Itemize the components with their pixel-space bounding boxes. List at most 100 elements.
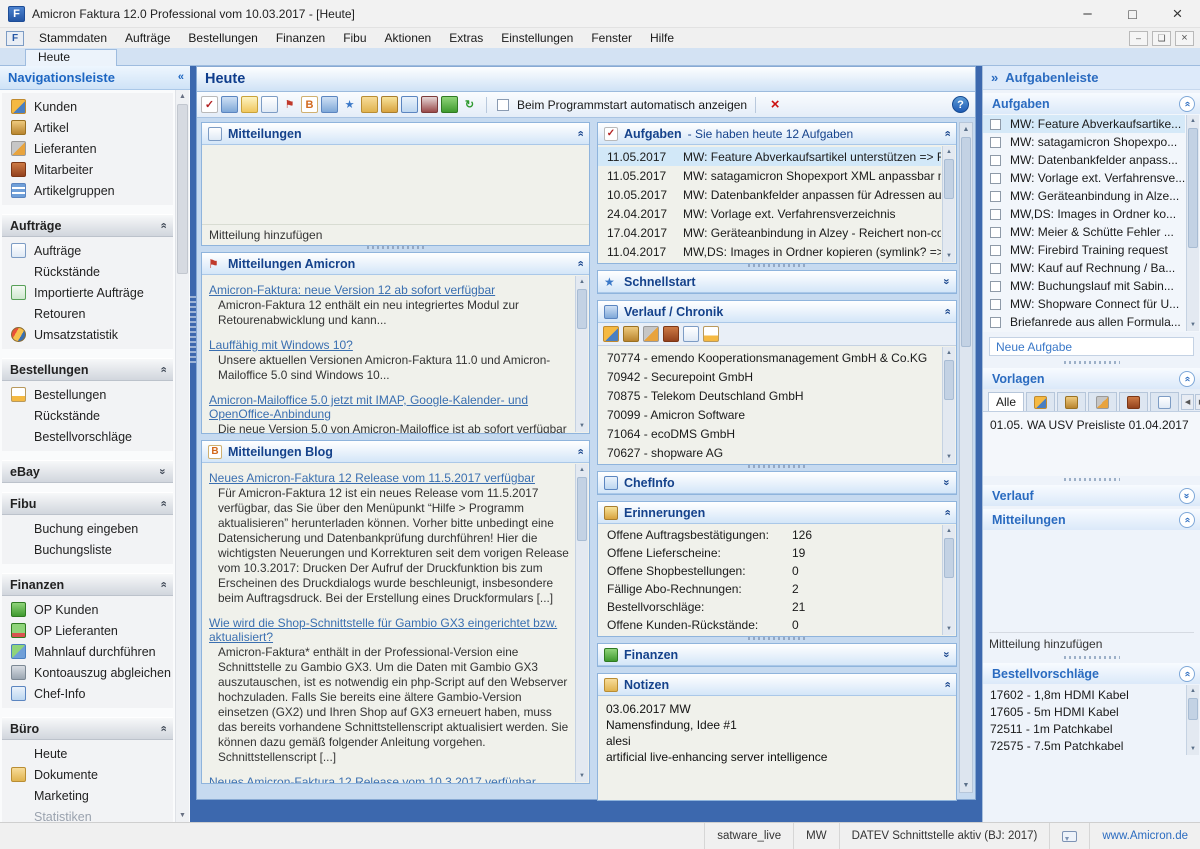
menu-aktionen[interactable]: Aktionen (376, 28, 441, 48)
chronik-row[interactable]: 71064 - ecoDMS GmbH (598, 424, 941, 443)
tabs-scroll-right-arrow[interactable] (1195, 394, 1200, 410)
refresh-icon[interactable] (461, 96, 478, 113)
panel-resize-grip[interactable] (598, 637, 956, 642)
scrollbar-thumb[interactable] (577, 289, 587, 329)
panel-finanzen-header[interactable]: Finanzen (598, 644, 956, 666)
sidebar-item-kontoauszug[interactable]: Kontoauszug abgleichen (2, 662, 173, 683)
sidebar-item-retouren[interactable]: Retouren (2, 303, 173, 324)
vorlagen-tab-kunden[interactable] (1026, 392, 1056, 411)
sidebar-item-buchung-eingeben[interactable]: Buchung eingeben (2, 518, 173, 539)
minimize-button[interactable] (1065, 0, 1110, 27)
collapse-panel-icon[interactable] (944, 128, 950, 139)
collapse-sidebar-icon[interactable]: « (178, 72, 184, 83)
sidebar-item-lieferanten[interactable]: Lieferanten (2, 138, 173, 159)
scroll-down-arrow[interactable] (576, 770, 588, 782)
collapse-section-button[interactable] (1179, 665, 1195, 682)
aufgabe-row[interactable]: 10.05.2017 MW: Datenbankfelder anpassen f… (598, 185, 941, 204)
tp-task-row[interactable]: MW: Firebird Training request (983, 241, 1185, 259)
task-checkbox[interactable] (990, 154, 1001, 166)
blog-link[interactable]: Wie wird die Shop-Schnittstelle für Gamb… (209, 616, 557, 644)
sidebar-item-op-lieferanten[interactable]: OP Lieferanten (2, 620, 173, 641)
expand-group-icon[interactable] (160, 466, 166, 477)
sidebar-item-importierte-auftraege[interactable]: Importierte Aufträge (2, 282, 173, 303)
tp-verlauf-header[interactable]: Verlauf (983, 485, 1200, 506)
chronik-row[interactable]: 70942 - Securepoint GmbH (598, 367, 941, 386)
task-checkbox[interactable] (990, 316, 1001, 328)
news-link[interactable]: Lauffähig mit Windows 10? (209, 338, 353, 352)
menu-hilfe[interactable]: Hilfe (641, 28, 683, 48)
task-checkbox[interactable] (990, 172, 1001, 184)
chronik-row[interactable]: 70627 - shopware AG (598, 443, 941, 462)
sidebar-item-bestell-rueckstaende[interactable]: Rückstände (2, 405, 173, 426)
bv-scrollbar[interactable] (1186, 685, 1199, 755)
bestellvorschlag-row[interactable]: 72575 - 7.5m Patchkabel (983, 737, 1185, 754)
sidebar-item-op-kunden[interactable]: OP Kunden (2, 599, 173, 620)
tp-task-row[interactable]: MW,DS: Images in Ordner ko... (983, 205, 1185, 223)
chronik-row[interactable]: 70774 - emendo Kooperationsmanagement Gm… (598, 348, 941, 367)
aufgabe-row[interactable]: 11.04.2017 MW,DS: Images in Ordner kopier… (598, 242, 941, 261)
aufgabe-row[interactable]: 11.05.2017 MW: Feature Abverkaufsartikel … (598, 147, 941, 166)
chronik-row[interactable]: 70099 - Amicron Software (598, 405, 941, 424)
favoriten-toggle-icon[interactable] (341, 96, 358, 113)
scroll-down-arrow[interactable] (943, 451, 955, 463)
aufgaben-toggle-icon[interactable] (201, 96, 218, 113)
notizen-content[interactable]: 03.06.2017 MW Namensfindung, Idee #1 ale… (598, 696, 956, 800)
nav-group-header-bestellungen[interactable]: Bestellungen (2, 358, 173, 381)
erinnerungen-scrollbar[interactable] (942, 525, 955, 635)
tp-task-row[interactable]: MW: Feature Abverkaufsartike... (983, 115, 1185, 133)
sidebar-item-bestellvorschlaege[interactable]: Bestellvorschläge (2, 426, 173, 447)
tp-aufgaben-header[interactable]: Aufgaben (983, 93, 1200, 114)
vorlagen-tab-auftraege[interactable] (1150, 392, 1180, 411)
chefinfo-toggle-icon[interactable] (401, 96, 418, 113)
collapse-panel-icon[interactable] (944, 306, 950, 317)
sidebar-item-auftraege[interactable]: Aufträge (2, 240, 173, 261)
menu-einstellungen[interactable]: Einstellungen (492, 28, 582, 48)
finanzen-toggle-icon[interactable] (441, 96, 458, 113)
sidebar-item-heute[interactable]: Heute (2, 743, 173, 764)
panel-blog-header[interactable]: Mitteilungen Blog (202, 441, 589, 463)
sidebar-scrollbar[interactable] (175, 90, 189, 822)
collapse-group-icon[interactable] (160, 579, 166, 590)
maximize-button[interactable] (1110, 0, 1155, 27)
vorlagen-tab-mitarbeiter[interactable] (1119, 392, 1149, 411)
filter-kunden-icon[interactable] (603, 326, 619, 342)
menu-extras[interactable]: Extras (440, 28, 492, 48)
expand-panel-icon[interactable] (944, 477, 950, 488)
tp-task-row[interactable]: MW: Shopware Connect für U... (983, 295, 1185, 313)
collapse-panel-icon[interactable] (944, 679, 950, 690)
menu-stammdaten[interactable]: Stammdaten (30, 28, 116, 48)
collapse-group-icon[interactable] (160, 723, 166, 734)
tp-bestellvorschlaege-header[interactable]: Bestellvorschläge (983, 663, 1200, 684)
erinnerung-row[interactable]: Offene Auftragsbestätigungen: 126 (598, 526, 941, 544)
panel-erinnerungen-header[interactable]: Erinnerungen (598, 502, 956, 524)
filter-lieferanten-icon[interactable] (643, 326, 659, 342)
nav-group-header-fibu[interactable]: Fibu (2, 492, 173, 515)
scrollbar-thumb[interactable] (944, 159, 954, 199)
sidebar-item-mahnlauf[interactable]: Mahnlauf durchführen (2, 641, 173, 662)
scroll-up-arrow[interactable] (943, 146, 955, 158)
section-resize-grip[interactable] (983, 654, 1200, 660)
tab-heute[interactable]: Heute (25, 49, 117, 66)
panel-schnellstart-header[interactable]: Schnellstart (598, 271, 956, 293)
vorlagen-tab-artikel[interactable] (1057, 392, 1087, 411)
amicron-scrollbar[interactable] (575, 276, 588, 432)
task-checkbox[interactable] (990, 226, 1001, 238)
tp-task-row[interactable]: MW: Buchungslauf mit Sabin... (983, 277, 1185, 295)
tp-task-row[interactable]: MW: Datenbankfelder anpass... (983, 151, 1185, 169)
scroll-down-arrow[interactable] (1187, 743, 1199, 755)
scroll-down-arrow[interactable] (960, 779, 972, 792)
scroll-down-arrow[interactable] (176, 809, 189, 822)
sidebar-item-marketing[interactable]: Marketing (2, 785, 173, 806)
tp-task-row[interactable]: MW: satagamicron Shopexpo... (983, 133, 1185, 151)
blog-link[interactable]: Neues Amicron-Faktura 12 Release vom 11.… (209, 471, 535, 485)
tp-vorlagen-header[interactable]: Vorlagen (983, 368, 1200, 389)
sidebar-item-statistiken[interactable]: Statistiken (2, 806, 173, 823)
close-button[interactable] (1155, 0, 1200, 27)
panel-resize-grip[interactable] (598, 264, 956, 269)
collapse-section-button[interactable] (1179, 95, 1195, 112)
chronik-row[interactable]: 70875 - Telekom Deutschland GmbH (598, 386, 941, 405)
blog-link[interactable]: Neues Amicron-Faktura 12 Release vom 10.… (209, 775, 536, 783)
nav-group-header-buero[interactable]: Büro (2, 717, 173, 740)
bestellvorschlag-row[interactable]: 72511 - 1m Patchkabel (983, 720, 1185, 737)
news-link[interactable]: Amicron-Faktura: neue Version 12 ab sofo… (209, 283, 495, 297)
